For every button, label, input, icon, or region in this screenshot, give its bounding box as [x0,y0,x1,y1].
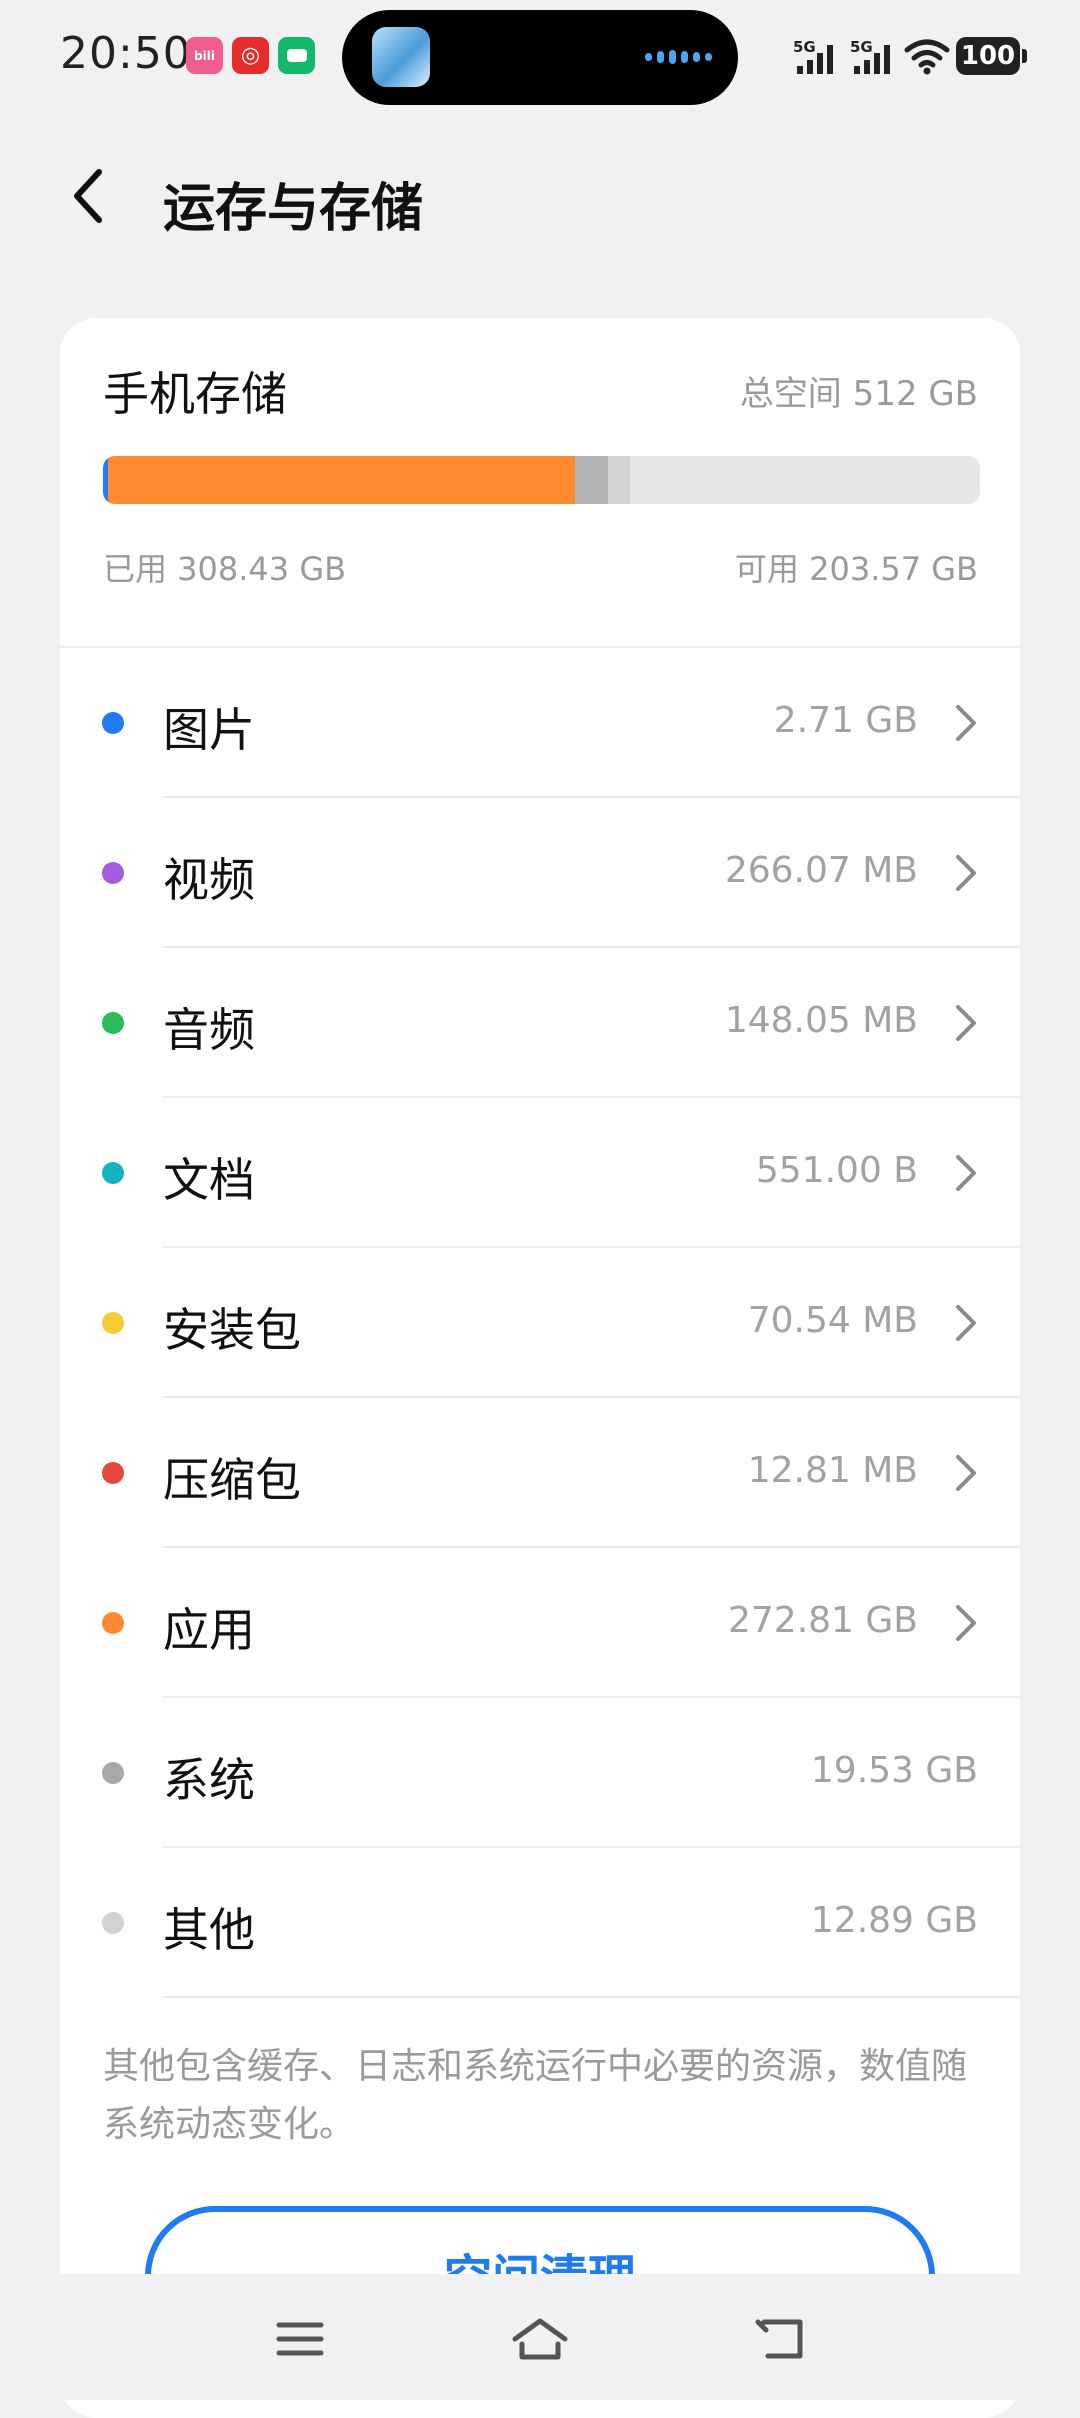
category-size: 12.81 MB [747,1450,918,1491]
wifi-icon [904,38,950,80]
category-row-images[interactable]: 图片 2.71 GB [60,648,1020,798]
category-size: 266.07 MB [724,850,918,891]
color-dot-icon [102,1612,124,1634]
storage-card: 手机存储 总空间 512 GB 已用 308.43 GB 可用 203.57 G… [60,318,1020,2418]
home-button[interactable] [505,2304,575,2374]
category-row-apps[interactable]: 应用 272.81 GB [60,1548,1020,1698]
category-row-videos[interactable]: 视频 266.07 MB [60,798,1020,948]
status-bar: 20:50 bili ◎ 5G 5G 100 [0,0,1080,116]
page-title: 运存与存储 [163,179,424,239]
category-row-packages[interactable]: 安装包 70.54 MB [60,1248,1020,1398]
chevron-right-icon [956,1155,976,1191]
category-label: 系统 [163,1753,255,1807]
available-space: 可用 203.57 GB [734,550,978,588]
category-size: 272.81 GB [727,1600,918,1641]
color-dot-icon [102,1462,124,1484]
category-row-archives[interactable]: 压缩包 12.81 MB [60,1398,1020,1548]
category-label: 音频 [163,1003,255,1057]
storage-note: 其他包含缓存、日志和系统运行中必要的资源，数值随系统动态变化。 [103,2046,968,2145]
category-size: 70.54 MB [747,1300,918,1341]
chevron-left-icon [74,169,102,223]
storage-usage-bar [103,456,980,504]
chat-app-icon [278,37,315,74]
storage-total: 总空间 512 GB [739,374,978,414]
netease-music-icon: ◎ [232,37,269,74]
category-size: 19.53 GB [810,1750,978,1791]
category-size: 148.05 MB [724,1000,918,1041]
color-dot-icon [102,1762,124,1784]
status-time: 20:50 [60,28,192,79]
chevron-right-icon [956,1605,976,1641]
chevron-right-icon [956,1455,976,1491]
navigation-bar [0,2274,1080,2400]
recent-apps-button[interactable] [265,2304,335,2374]
bilibili-icon: bili [186,37,223,74]
category-label: 压缩包 [163,1453,301,1507]
color-dot-icon [102,1012,124,1034]
category-label: 图片 [163,703,255,757]
back-nav-button[interactable] [746,2304,816,2374]
category-label: 视频 [163,853,255,907]
dynamic-island[interactable] [342,10,738,105]
category-size: 12.89 GB [810,1900,978,1941]
battery-icon: 100 [956,37,1027,75]
category-size: 551.00 B [755,1150,918,1191]
category-label: 应用 [163,1603,255,1657]
category-row-other: 其他 12.89 GB [60,1848,1020,1998]
color-dot-icon [102,862,124,884]
category-row-system: 系统 19.53 GB [60,1698,1020,1848]
menu-icon [276,2322,324,2356]
chevron-right-icon [956,855,976,891]
storage-bar-segment-system [574,456,609,504]
chevron-right-icon [956,1305,976,1341]
audio-wave-icon [645,50,712,64]
chevron-right-icon [956,705,976,741]
storage-bar-segment-other [608,456,631,504]
used-space: 已用 308.43 GB [103,550,347,588]
color-dot-icon [102,1912,124,1934]
category-size: 2.71 GB [773,700,918,741]
chevron-right-icon [956,1005,976,1041]
home-icon [512,2318,568,2360]
color-dot-icon [102,712,124,734]
category-row-audio[interactable]: 音频 148.05 MB [60,948,1020,1098]
back-icon [755,2319,803,2359]
storage-bar-segment-apps [107,456,575,504]
battery-level: 100 [960,41,1016,71]
category-list: 图片 2.71 GB 视频 266.07 MB 音频 148.05 MB 文档 … [60,648,1020,1998]
album-art-thumbnail [372,27,430,87]
color-dot-icon [102,1162,124,1184]
color-dot-icon [102,1312,124,1334]
category-row-documents[interactable]: 文档 551.00 B [60,1098,1020,1248]
storage-title: 手机存储 [103,367,287,421]
category-label: 其他 [163,1903,255,1957]
category-label: 文档 [163,1153,255,1207]
back-button[interactable] [58,160,118,232]
category-label: 安装包 [163,1303,301,1357]
